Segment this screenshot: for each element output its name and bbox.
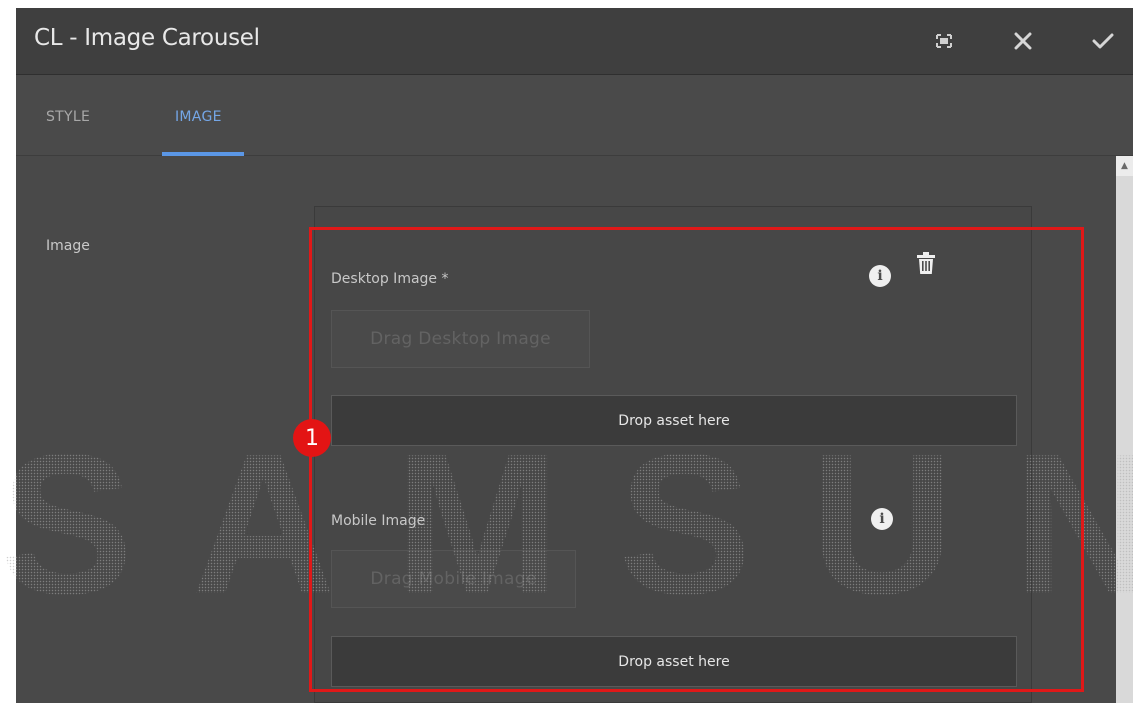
close-icon[interactable] [1008, 26, 1038, 56]
check-icon[interactable] [1088, 26, 1118, 56]
image-carousel-dialog: CL - Image Carousel STYLE IMAGE Image De… [16, 8, 1133, 703]
mobile-info-icon[interactable]: i [871, 508, 893, 530]
mobile-image-label: Mobile Image [331, 513, 426, 529]
mobile-drop-zone[interactable]: Drop asset here [331, 636, 1017, 687]
tab-image[interactable]: IMAGE [175, 109, 222, 125]
drag-mobile-image-button[interactable]: Drag Mobile Image [331, 550, 576, 608]
vertical-scrollbar[interactable]: ▲ [1116, 156, 1133, 703]
tab-style[interactable]: STYLE [46, 109, 90, 125]
desktop-drop-zone[interactable]: Drop asset here [331, 395, 1017, 446]
dialog-title: CL - Image Carousel [34, 25, 260, 51]
drag-desktop-image-button[interactable]: Drag Desktop Image [331, 310, 590, 368]
tab-bar: STYLE IMAGE [16, 75, 1133, 156]
dialog-content: Image Desktop Image * Drag Desktop Image… [16, 156, 1116, 703]
image-field-label: Image [46, 238, 90, 254]
desktop-info-icon[interactable]: i [869, 265, 891, 287]
fullscreen-icon[interactable] [929, 26, 959, 56]
desktop-image-label: Desktop Image * [331, 271, 449, 287]
trash-icon[interactable] [917, 252, 935, 274]
dialog-header: CL - Image Carousel [16, 8, 1133, 75]
scroll-up-arrow-icon[interactable]: ▲ [1116, 156, 1133, 176]
callout-badge: 1 [293, 419, 331, 457]
